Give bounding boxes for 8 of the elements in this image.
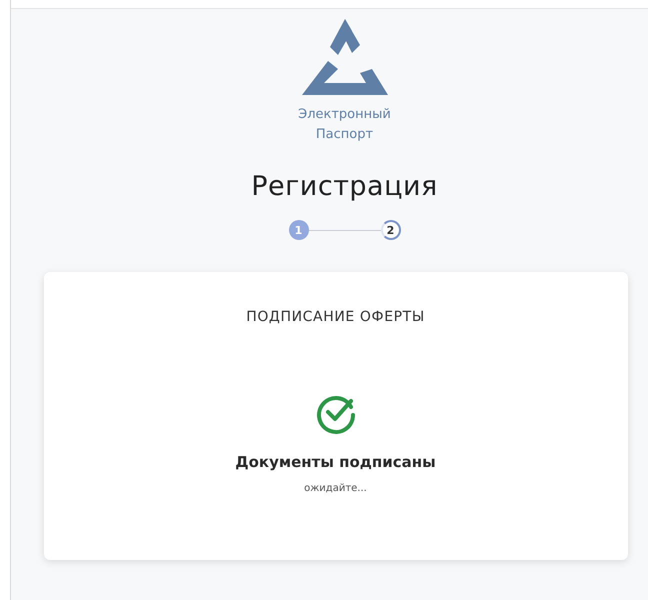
status-text: Документы подписаны [235, 453, 436, 471]
page-title: Регистрация [251, 171, 438, 202]
card-heading: ПОДПИСАНИЕ ОФЕРТЫ [246, 309, 425, 325]
step-indicator: 1 [288, 220, 308, 240]
triangle-logo-icon [300, 17, 390, 97]
brand-name: Электронный Паспорт [298, 106, 391, 144]
waiting-text: ожидайте... [304, 483, 367, 494]
step-indicator: 2 [380, 220, 400, 240]
